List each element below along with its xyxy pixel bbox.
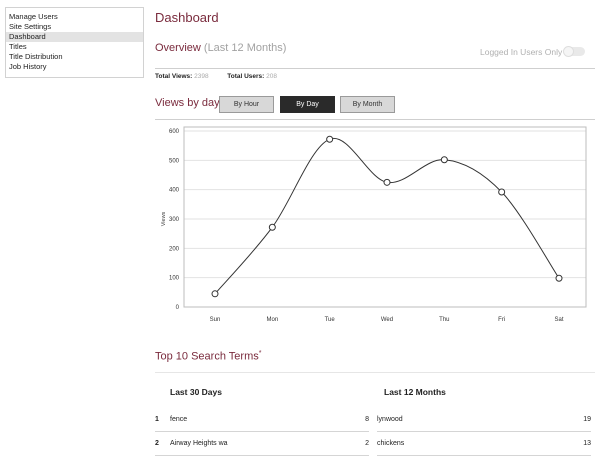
search-count: 8	[365, 416, 369, 423]
sidebar-item-job-history[interactable]: Job History	[6, 62, 143, 72]
sidebar-nav: Manage Users Site Settings Dashboard Tit…	[5, 7, 144, 78]
y-tick-label: 500	[169, 158, 180, 164]
search-term: fence	[170, 416, 188, 423]
search-term-row: 1 fence 8	[155, 408, 369, 432]
search-count: 13	[583, 440, 591, 447]
sidebar-item-dashboard[interactable]: Dashboard	[6, 32, 143, 42]
data-point	[211, 290, 219, 298]
divider	[155, 119, 595, 120]
x-tick-label: Thu	[439, 317, 449, 323]
y-tick-label: 300	[169, 217, 180, 223]
search-term-row: 2 Airway Heights wa 2	[155, 432, 369, 456]
divider	[155, 68, 595, 69]
y-tick-label: 0	[176, 305, 180, 311]
sidebar-item-manage-users[interactable]: Manage Users	[6, 12, 143, 22]
page-title: Dashboard	[155, 10, 219, 25]
data-point	[440, 156, 448, 164]
data-point	[326, 135, 334, 143]
total-users-label: Total Users:	[227, 73, 265, 80]
x-tick-label: Sun	[210, 317, 221, 323]
data-point	[555, 274, 563, 282]
series-line	[214, 138, 560, 295]
search-term: lynwood	[377, 416, 403, 423]
y-tick-label: 400	[169, 188, 180, 194]
y-tick-label: 600	[169, 129, 180, 135]
search-terms-title: Top 10 Search Terms*	[155, 350, 261, 363]
x-tick-label: Tue	[325, 317, 336, 323]
search-term-row: lynwood 19	[377, 408, 591, 432]
x-tick-label: Mon	[266, 317, 278, 323]
divider	[155, 372, 595, 373]
logged-in-only-label: Logged In Users Only	[480, 47, 563, 57]
by-hour-button[interactable]: By Hour	[219, 96, 274, 113]
search-count: 2	[365, 440, 369, 447]
sidebar-item-titles[interactable]: Titles	[6, 42, 143, 52]
sidebar-item-title-distribution[interactable]: Title Distribution	[6, 52, 143, 62]
data-point	[498, 188, 506, 196]
y-axis-label: Views	[161, 211, 167, 226]
rank: 1	[155, 416, 159, 423]
search-terms-title-text: Top 10 Search Terms	[155, 350, 259, 363]
by-day-button[interactable]: By Day	[280, 96, 335, 113]
search-term: chickens	[377, 440, 405, 447]
search-term: Airway Heights wa	[170, 440, 228, 447]
x-tick-label: Sat	[554, 317, 563, 323]
search-term-row: chickens 13	[377, 432, 591, 456]
total-users-value: 208	[266, 73, 277, 80]
footnote-mark: *	[258, 350, 262, 357]
rank: 2	[155, 440, 159, 447]
by-month-button[interactable]: By Month	[340, 96, 395, 113]
toggle-knob	[563, 46, 574, 57]
overview-subtitle: (Last 12 Months)	[203, 42, 287, 54]
x-tick-label: Fri	[498, 317, 505, 323]
plot-area	[183, 126, 587, 308]
y-tick-label: 200	[169, 246, 180, 252]
views-line-chart: 0 100 200 300 400 500 600 Views Sun Mon Tue Wed Thu F…	[161, 126, 587, 323]
data-point	[268, 223, 276, 231]
views-by-day-title: Views by day	[155, 97, 220, 109]
y-tick-label: 100	[169, 276, 180, 282]
total-views-value: 2398	[194, 73, 209, 80]
overview-title-text: Overview	[155, 42, 201, 54]
data-point	[383, 178, 391, 186]
logged-in-only-toggle[interactable]	[563, 46, 585, 57]
totals: Total Views: 2398 Total Users: 208	[155, 73, 277, 80]
search-count: 19	[583, 416, 591, 423]
sidebar-item-site-settings[interactable]: Site Settings	[6, 22, 143, 32]
overview-title: Overview (Last 12 Months)	[155, 42, 286, 54]
last-12-months-heading: Last 12 Months	[384, 387, 446, 397]
total-views-label: Total Views:	[155, 73, 193, 80]
last-30-days-heading: Last 30 Days	[170, 387, 222, 397]
x-tick-label: Wed	[381, 317, 393, 323]
